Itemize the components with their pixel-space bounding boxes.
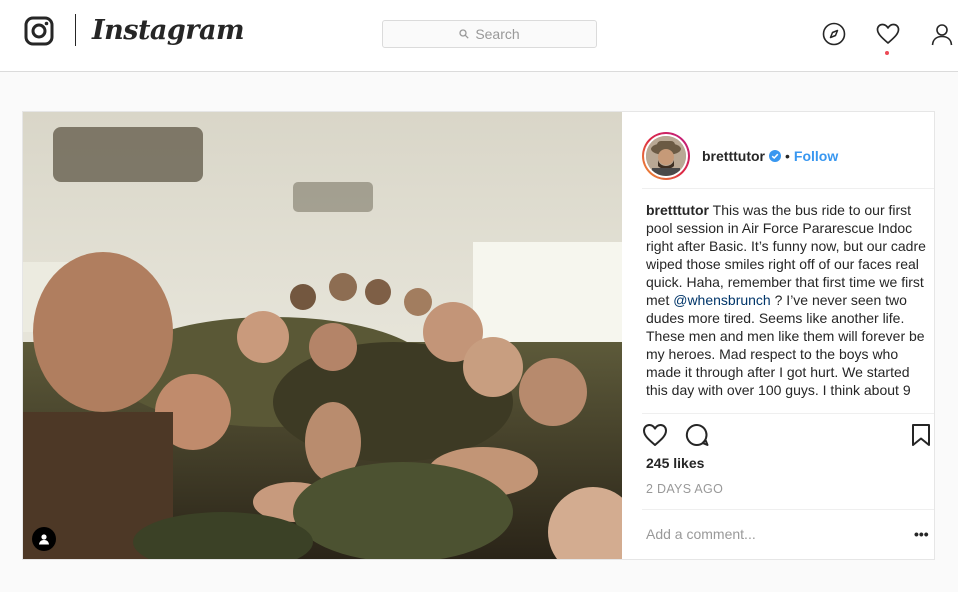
logo-divider xyxy=(75,14,76,46)
follow-button[interactable]: Follow xyxy=(794,148,838,164)
post-timestamp[interactable]: 2 DAYS AGO xyxy=(646,482,723,496)
post-photo[interactable] xyxy=(23,112,622,559)
divider xyxy=(642,509,934,510)
notification-dot xyxy=(885,51,889,55)
post-caption: bretttutor This was the bus ride to our … xyxy=(646,201,931,411)
search-icon xyxy=(459,29,469,39)
post-header: bretttutor • Follow xyxy=(642,126,934,186)
post-sidebar: bretttutor • Follow bretttutor This was … xyxy=(622,112,934,559)
instagram-wordmark[interactable]: Instagram xyxy=(92,14,245,48)
story-ring[interactable] xyxy=(642,132,690,180)
mention-link[interactable]: @whensbrunch xyxy=(673,292,771,308)
person-tag-icon xyxy=(39,534,49,545)
divider xyxy=(642,188,934,189)
save-bookmark-icon[interactable] xyxy=(908,422,934,448)
tagged-users-button[interactable] xyxy=(32,527,56,551)
activity-heart-icon[interactable] xyxy=(876,22,900,46)
top-navigation-bar: Instagram Search xyxy=(0,0,958,72)
search-placeholder: Search xyxy=(475,26,520,42)
search-input[interactable]: Search xyxy=(382,20,597,48)
divider xyxy=(642,413,934,414)
post-actions xyxy=(642,422,934,448)
add-comment-input[interactable]: Add a comment... xyxy=(646,526,756,542)
profile-icon[interactable] xyxy=(930,22,954,46)
avatar-image xyxy=(646,136,686,176)
avatar xyxy=(646,136,686,176)
likes-count[interactable]: 245 likes xyxy=(646,455,704,471)
like-heart-icon[interactable] xyxy=(642,422,668,448)
post-card: bretttutor • Follow bretttutor This was … xyxy=(22,111,935,560)
separator-dot: • xyxy=(785,148,790,164)
instagram-logo-icon[interactable] xyxy=(24,16,54,46)
more-options-button[interactable]: ••• xyxy=(914,526,929,542)
caption-text: These men and men like them will forever… xyxy=(646,328,925,398)
caption-username-link[interactable]: bretttutor xyxy=(646,202,709,218)
verified-badge-icon xyxy=(769,150,781,162)
username-link[interactable]: bretttutor xyxy=(702,148,765,164)
comment-bubble-icon[interactable] xyxy=(684,422,710,448)
explore-compass-icon[interactable] xyxy=(822,22,846,46)
bus-photo-image xyxy=(23,112,622,559)
